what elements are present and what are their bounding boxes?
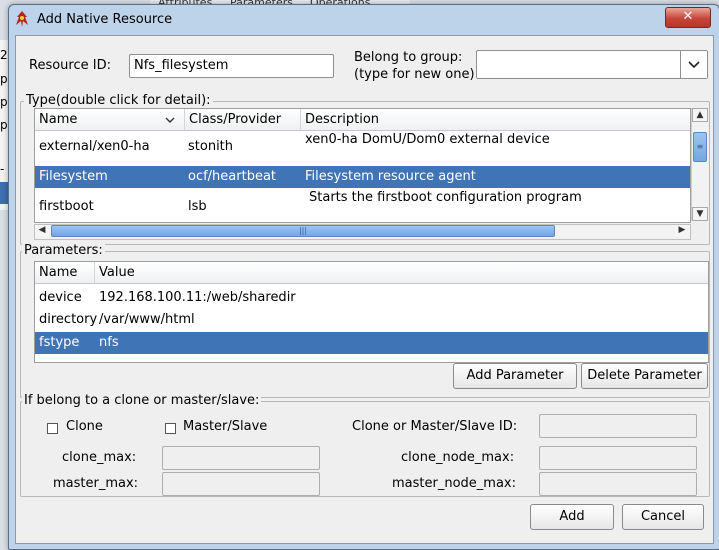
parameter-name: device [39, 290, 82, 305]
type-table: Name Class/Provider Description external… [34, 108, 691, 223]
parameter-name: directory [39, 312, 98, 327]
background-selected-item [0, 182, 8, 204]
parameter-value: 192.168.100.11:/web/sharedir [99, 290, 296, 305]
background-char: - [0, 162, 5, 176]
clone-max-label: clone_max: [62, 450, 137, 465]
type-row-provider: ocf/heartbeat [188, 169, 277, 184]
add-button[interactable]: Add [530, 504, 614, 530]
params-column-header-value-label: Value [99, 265, 135, 280]
type-column-header-name-label: Name [39, 112, 78, 127]
parameter-name: fstype [39, 335, 80, 350]
type-column-header-description[interactable]: Description [301, 109, 690, 131]
type-table-vertical-scrollbar[interactable]: ▲ ≡ ▼ [691, 108, 708, 221]
chevron-down-icon[interactable] [680, 51, 707, 78]
type-column-header-provider[interactable]: Class/Provider [185, 109, 301, 131]
master-node-max-label: master_node_max: [392, 476, 516, 491]
clone-id-label: Clone or Master/Slave ID: [352, 419, 518, 434]
background-char: p [0, 72, 8, 86]
params-column-header-name-label: Name [39, 265, 78, 280]
clone-id-input[interactable] [539, 414, 697, 438]
resource-id-label: Resource ID: [29, 58, 111, 73]
type-row[interactable]: firstboot lsb Starts the firstboot confi… [35, 189, 690, 219]
delete-parameter-button[interactable]: Delete Parameter [581, 363, 708, 389]
clone-node-max-input[interactable] [539, 446, 697, 470]
background-char: 2 [0, 48, 8, 62]
params-column-header-name[interactable]: Name [35, 262, 95, 284]
dialog-content: Resource ID: Nfs_filesystem Belong to gr… [15, 35, 714, 544]
title-bar[interactable]: Add Native Resource ✕ [9, 5, 719, 33]
type-column-header-provider-label: Class/Provider [189, 112, 282, 127]
scroll-right-icon[interactable]: ▶ [675, 225, 689, 237]
type-row-provider: stonith [188, 139, 234, 154]
scroll-left-icon[interactable]: ◀ [35, 225, 49, 237]
master-max-label: master_max: [53, 476, 139, 491]
close-button[interactable]: ✕ [665, 7, 711, 28]
scroll-up-icon[interactable]: ▲ [692, 108, 708, 122]
type-row-description: Starts the firstboot configuration progr… [309, 190, 582, 205]
parameter-row[interactable]: directory /var/www/html [35, 310, 708, 330]
scroll-thumb[interactable]: ||| [51, 225, 555, 237]
type-row[interactable]: external/xen0-ha stonith xen0-ha DomU/Do… [35, 132, 690, 162]
type-row-name: external/xen0-ha [39, 139, 150, 154]
clone-node-max-label: clone_node_max: [401, 450, 515, 465]
type-column-header-description-label: Description [305, 112, 380, 127]
master-slave-checkbox[interactable] [165, 423, 176, 434]
master-node-max-input[interactable] [539, 472, 697, 496]
dialog-title: Add Native Resource [37, 12, 173, 27]
clone-section-title: If belong to a clone or master/slave: [22, 393, 262, 408]
group-combobox[interactable] [476, 50, 708, 79]
parameter-value: /var/www/html [99, 312, 195, 327]
add-parameter-button[interactable]: Add Parameter [453, 363, 577, 389]
clone-max-input[interactable] [162, 446, 320, 470]
scroll-thumb[interactable]: ≡ [693, 132, 707, 162]
resource-id-input[interactable]: Nfs_filesystem [129, 54, 334, 78]
parameters-table: Name Value device 192.168.100.11:/web/sh… [34, 261, 709, 363]
parameter-value: nfs [99, 335, 119, 350]
cancel-button[interactable]: Cancel [622, 504, 704, 530]
belong-to-group-label: Belong to group: [354, 50, 463, 65]
type-table-horizontal-scrollbar[interactable]: ◀ ||| ▶ [34, 224, 691, 240]
type-row-description: xen0-ha DomU/Dom0 external device [305, 132, 550, 147]
master-max-input[interactable] [162, 472, 320, 496]
add-native-resource-dialog: Add Native Resource ✕ Resource ID: Nfs_f… [8, 4, 719, 550]
close-icon: ✕ [682, 9, 694, 24]
type-row-name: Filesystem [39, 169, 108, 184]
type-row-name: firstboot [39, 199, 94, 214]
background-char: p [0, 95, 8, 109]
scroll-down-icon[interactable]: ▼ [692, 207, 708, 221]
parameter-row[interactable]: device 192.168.100.11:/web/sharedir [35, 288, 708, 308]
clone-checkbox[interactable] [47, 423, 58, 434]
sort-down-icon [165, 117, 175, 123]
background-char: p [0, 118, 8, 132]
master-slave-checkbox-label: Master/Slave [183, 419, 268, 434]
parameter-row-selected[interactable]: fstype nfs [35, 332, 708, 354]
type-section-title: Type(double click for detail): [24, 93, 213, 108]
clone-checkbox-label: Clone [66, 419, 103, 434]
type-row-description: Filesystem resource agent [305, 169, 476, 184]
resource-id-value: Nfs_filesystem [134, 58, 229, 73]
parameters-section-title: Parameters: [22, 243, 105, 258]
params-column-header-value[interactable]: Value [95, 262, 708, 284]
type-column-header-name[interactable]: Name [35, 109, 185, 131]
app-icon [16, 11, 28, 27]
belong-to-group-hint: (type for new one) [354, 67, 475, 82]
type-row-provider: lsb [188, 199, 207, 214]
type-row-selected[interactable]: Filesystem ocf/heartbeat Filesystem reso… [35, 166, 690, 188]
